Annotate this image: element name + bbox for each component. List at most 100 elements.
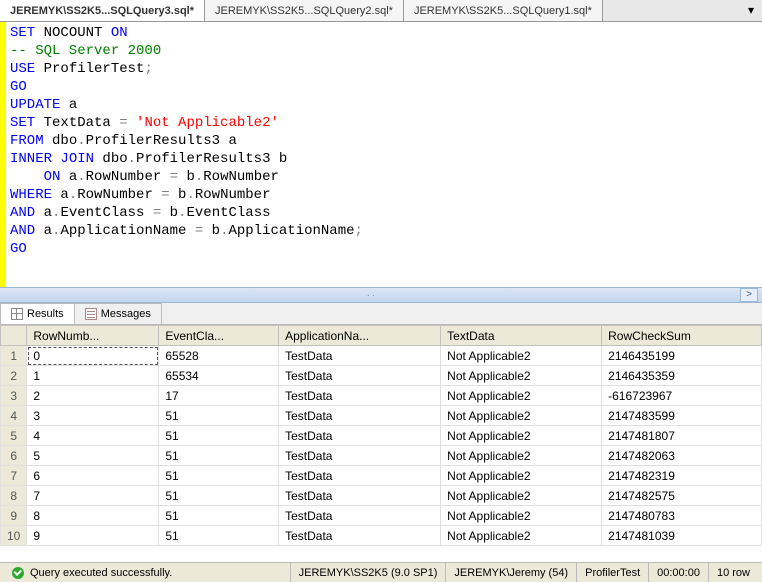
col-applicationname[interactable]: ApplicationNa...: [279, 326, 441, 346]
grid-cell[interactable]: 7: [27, 486, 159, 506]
grid-cell[interactable]: TestData: [279, 446, 441, 466]
grid-cell[interactable]: 1: [27, 366, 159, 386]
row-number-cell[interactable]: 7: [1, 466, 27, 486]
grid-cell[interactable]: 51: [159, 446, 279, 466]
grid-cell[interactable]: 2147482063: [602, 446, 762, 466]
grid-cell[interactable]: 2147482575: [602, 486, 762, 506]
grid-cell[interactable]: 2147481039: [602, 526, 762, 546]
row-number-cell[interactable]: 2: [1, 366, 27, 386]
grid-cell[interactable]: TestData: [279, 506, 441, 526]
results-tab-bar: Results Messages: [0, 303, 762, 325]
status-message: Query executed successfully.: [4, 563, 290, 582]
grid-cell[interactable]: 51: [159, 426, 279, 446]
row-number-cell[interactable]: 6: [1, 446, 27, 466]
grid-cell[interactable]: 51: [159, 526, 279, 546]
grid-cell[interactable]: TestData: [279, 366, 441, 386]
grid-cell[interactable]: TestData: [279, 486, 441, 506]
table-row[interactable]: 3217TestDataNot Applicable2-616723967: [1, 386, 762, 406]
grid-cell[interactable]: Not Applicable2: [441, 526, 602, 546]
grid-cell[interactable]: Not Applicable2: [441, 386, 602, 406]
grid-corner: [1, 326, 27, 346]
grid-cell[interactable]: TestData: [279, 386, 441, 406]
status-user: JEREMYK\Jeremy (54): [445, 563, 576, 582]
grid-cell[interactable]: 6: [27, 466, 159, 486]
pane-splitter[interactable]: ·· >: [0, 287, 762, 303]
grid-cell[interactable]: 4: [27, 426, 159, 446]
grid-cell[interactable]: TestData: [279, 466, 441, 486]
grid-cell[interactable]: 2146435359: [602, 366, 762, 386]
row-number-cell[interactable]: 1: [1, 346, 27, 366]
grid-cell[interactable]: Not Applicable2: [441, 486, 602, 506]
table-row[interactable]: 5451TestDataNot Applicable22147481807: [1, 426, 762, 446]
tab-messages[interactable]: Messages: [74, 303, 162, 324]
status-database: ProfilerTest: [576, 563, 648, 582]
grid-cell[interactable]: 51: [159, 506, 279, 526]
grid-cell[interactable]: 65534: [159, 366, 279, 386]
grid-cell[interactable]: 2147480783: [602, 506, 762, 526]
messages-icon: [85, 308, 97, 320]
grid-cell[interactable]: 3: [27, 406, 159, 426]
row-number-cell[interactable]: 8: [1, 486, 27, 506]
grid-cell[interactable]: 2147483599: [602, 406, 762, 426]
col-rownumber[interactable]: RowNumb...: [27, 326, 159, 346]
grid-cell[interactable]: 8: [27, 506, 159, 526]
query-tab-bar: JEREMYK\SS2K5...SQLQuery3.sql* JEREMYK\S…: [0, 0, 762, 22]
grid-cell[interactable]: Not Applicable2: [441, 366, 602, 386]
col-textdata[interactable]: TextData: [441, 326, 602, 346]
grid-cell[interactable]: Not Applicable2: [441, 346, 602, 366]
grid-cell[interactable]: 2146435199: [602, 346, 762, 366]
grid-cell[interactable]: -616723967: [602, 386, 762, 406]
results-grid-container: RowNumb... EventCla... ApplicationNa... …: [0, 325, 762, 562]
row-number-cell[interactable]: 3: [1, 386, 27, 406]
grid-cell[interactable]: 17: [159, 386, 279, 406]
row-number-cell[interactable]: 9: [1, 506, 27, 526]
grid-cell[interactable]: TestData: [279, 346, 441, 366]
status-time: 00:00:00: [648, 563, 708, 582]
table-row[interactable]: 8751TestDataNot Applicable22147482575: [1, 486, 762, 506]
grid-cell[interactable]: Not Applicable2: [441, 466, 602, 486]
status-rows: 10 row: [708, 563, 758, 582]
col-rowchecksum[interactable]: RowCheckSum: [602, 326, 762, 346]
table-row[interactable]: 4351TestDataNot Applicable22147483599: [1, 406, 762, 426]
grid-cell[interactable]: Not Applicable2: [441, 406, 602, 426]
table-row[interactable]: 10951TestDataNot Applicable22147481039: [1, 526, 762, 546]
grid-cell[interactable]: 51: [159, 406, 279, 426]
sql-editor-pane: SET NOCOUNT ON -- SQL Server 2000 USE Pr…: [0, 22, 762, 287]
query-tab-1[interactable]: JEREMYK\SS2K5...SQLQuery1.sql*: [404, 0, 603, 21]
grid-cell[interactable]: 0: [27, 346, 159, 366]
grid-cell[interactable]: 9: [27, 526, 159, 546]
status-server: JEREMYK\SS2K5 (9.0 SP1): [290, 563, 446, 582]
table-row[interactable]: 2165534TestDataNot Applicable22146435359: [1, 366, 762, 386]
grid-cell[interactable]: TestData: [279, 526, 441, 546]
grid-cell[interactable]: 51: [159, 466, 279, 486]
table-row[interactable]: 9851TestDataNot Applicable22147480783: [1, 506, 762, 526]
results-grid[interactable]: RowNumb... EventCla... ApplicationNa... …: [0, 325, 762, 546]
results-grid-icon: [11, 308, 23, 320]
grid-cell[interactable]: 5: [27, 446, 159, 466]
table-row[interactable]: 1065528TestDataNot Applicable22146435199: [1, 346, 762, 366]
row-number-cell[interactable]: 10: [1, 526, 27, 546]
grid-cell[interactable]: Not Applicable2: [441, 506, 602, 526]
splitter-handle-icon: ··: [4, 290, 740, 301]
query-tab-2[interactable]: JEREMYK\SS2K5...SQLQuery2.sql*: [205, 0, 404, 21]
grid-cell[interactable]: Not Applicable2: [441, 446, 602, 466]
table-row[interactable]: 6551TestDataNot Applicable22147482063: [1, 446, 762, 466]
grid-cell[interactable]: 2: [27, 386, 159, 406]
sql-editor[interactable]: SET NOCOUNT ON -- SQL Server 2000 USE Pr…: [6, 22, 762, 287]
row-number-cell[interactable]: 4: [1, 406, 27, 426]
col-eventclass[interactable]: EventCla...: [159, 326, 279, 346]
tab-overflow-icon[interactable]: ▾: [740, 0, 762, 21]
tab-results[interactable]: Results: [0, 303, 75, 324]
table-row[interactable]: 7651TestDataNot Applicable22147482319: [1, 466, 762, 486]
grid-cell[interactable]: 2147481807: [602, 426, 762, 446]
grid-header-row: RowNumb... EventCla... ApplicationNa... …: [1, 326, 762, 346]
grid-cell[interactable]: 51: [159, 486, 279, 506]
row-number-cell[interactable]: 5: [1, 426, 27, 446]
scroll-right-button[interactable]: >: [740, 288, 758, 302]
grid-cell[interactable]: TestData: [279, 406, 441, 426]
grid-cell[interactable]: 65528: [159, 346, 279, 366]
grid-cell[interactable]: TestData: [279, 426, 441, 446]
query-tab-3[interactable]: JEREMYK\SS2K5...SQLQuery3.sql*: [0, 0, 205, 21]
grid-cell[interactable]: Not Applicable2: [441, 426, 602, 446]
grid-cell[interactable]: 2147482319: [602, 466, 762, 486]
